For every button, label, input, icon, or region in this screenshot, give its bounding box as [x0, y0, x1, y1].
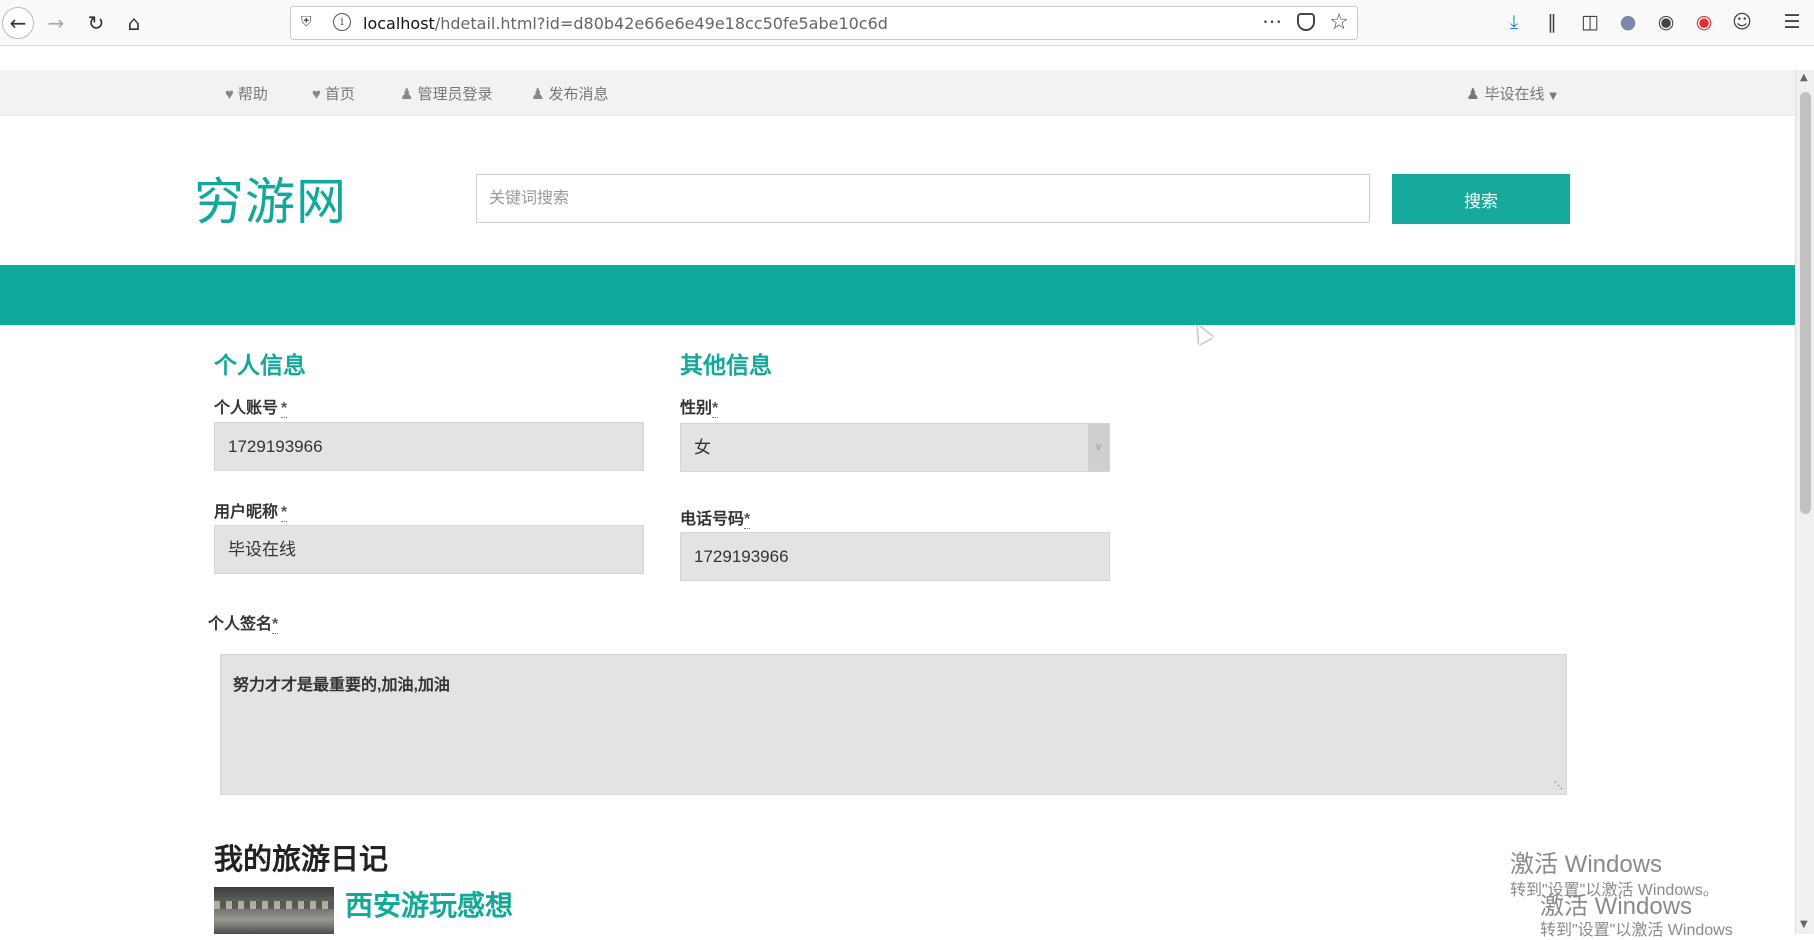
nickname-label: 用户昵称 *	[214, 504, 288, 522]
sidebar-icon[interactable]: ◫	[1578, 10, 1602, 34]
nav-item-publish[interactable]: ♟ 发布消息	[531, 83, 608, 104]
pocket-icon[interactable]	[1297, 13, 1315, 31]
banner-bar	[0, 265, 1795, 325]
menu-icon[interactable]: ☰	[1780, 10, 1804, 34]
diary-heading: 我的旅游日记	[214, 844, 389, 876]
personal-info-title: 个人信息	[214, 352, 306, 378]
chevron-down-icon[interactable]: ∨	[1088, 424, 1109, 471]
heart-icon: ♥	[225, 86, 234, 103]
user-menu[interactable]: ♟ 毕设在线 ▼	[1466, 83, 1557, 104]
heart-icon: ♥	[312, 86, 321, 103]
shield-icon[interactable]: ⛨	[301, 14, 312, 30]
scroll-thumb[interactable]	[1800, 92, 1811, 514]
extension-icon[interactable]: ◉	[1654, 10, 1678, 34]
library-icon[interactable]: ‖	[1540, 10, 1564, 34]
account-field[interactable]: 1729193966	[214, 422, 644, 471]
phone-label: 电话号码*	[680, 511, 751, 529]
search-input[interactable]	[476, 174, 1370, 223]
phone-field[interactable]: 1729193966	[680, 532, 1110, 581]
user-icon: ♟	[1466, 85, 1480, 103]
forward-icon[interactable]: →	[40, 7, 72, 39]
page-scrollbar[interactable]: ▲ ▼	[1795, 70, 1814, 934]
chat-icon[interactable]: ●	[1616, 10, 1640, 34]
nav-item-admin-login[interactable]: ♟ 管理员登录	[400, 83, 492, 104]
url-bar[interactable]: ⛨ i localhost/hdetail.html?id=d80b42e66e…	[290, 6, 1358, 40]
bookmark-star-icon[interactable]: ☆	[1329, 10, 1349, 35]
page-actions-icon[interactable]: ⋯	[1262, 9, 1283, 33]
nickname-field[interactable]: 毕设在线	[214, 525, 644, 574]
signature-textarea[interactable]: 努力才才是最重要的,加油,加油 ⋱	[220, 654, 1567, 795]
gender-select[interactable]: 女 ∨	[680, 423, 1110, 472]
signature-label: 个人签名*	[208, 616, 279, 634]
activation-watermark-text-2: 转到"设置"以激活 Windows	[1540, 922, 1733, 939]
activation-watermark-title: 激活 Windows	[1510, 851, 1663, 878]
search-button[interactable]: 搜索	[1392, 174, 1570, 224]
account-icon[interactable]: ☺	[1730, 10, 1754, 34]
info-icon[interactable]: i	[333, 13, 351, 31]
other-info-title: 其他信息	[680, 352, 772, 378]
reload-icon[interactable]: ↻	[80, 7, 112, 39]
scroll-down-icon[interactable]: ▼	[1800, 919, 1808, 930]
user-icon: ♟	[531, 86, 545, 103]
caret-down-icon: ▼	[1549, 91, 1557, 102]
user-icon: ♟	[400, 86, 414, 103]
diary-thumbnail[interactable]	[214, 887, 334, 934]
site-logo[interactable]: 穷游网	[194, 162, 347, 234]
site-topnav: ♥ 帮助 ♥ 首页 ♟ 管理员登录 ♟ 发布消息 ♟ 毕设在线 ▼	[0, 70, 1795, 116]
home-icon[interactable]: ⌂	[118, 7, 150, 39]
url-text[interactable]: localhost/hdetail.html?id=d80b42e66e6e49…	[363, 14, 888, 33]
browser-toolbar: ← → ↻ ⌂ ⛨ i localhost/hdetail.html?id=d8…	[0, 0, 1814, 46]
diary-title-link[interactable]: 西安游玩感想	[345, 884, 513, 924]
back-icon[interactable]: ←	[2, 7, 34, 39]
gender-value: 女	[694, 438, 711, 457]
record-icon[interactable]: ◉	[1692, 10, 1716, 34]
download-icon[interactable]: ⤓	[1502, 10, 1526, 34]
scroll-up-icon[interactable]: ▲	[1800, 72, 1808, 83]
nav-item-home[interactable]: ♥ 首页	[312, 83, 355, 104]
account-label: 个人账号 *	[214, 400, 288, 418]
nav-item-help[interactable]: ♥ 帮助	[225, 83, 268, 104]
resize-grip-icon[interactable]: ⋱	[1554, 780, 1563, 791]
gender-label: 性别*	[680, 400, 719, 418]
